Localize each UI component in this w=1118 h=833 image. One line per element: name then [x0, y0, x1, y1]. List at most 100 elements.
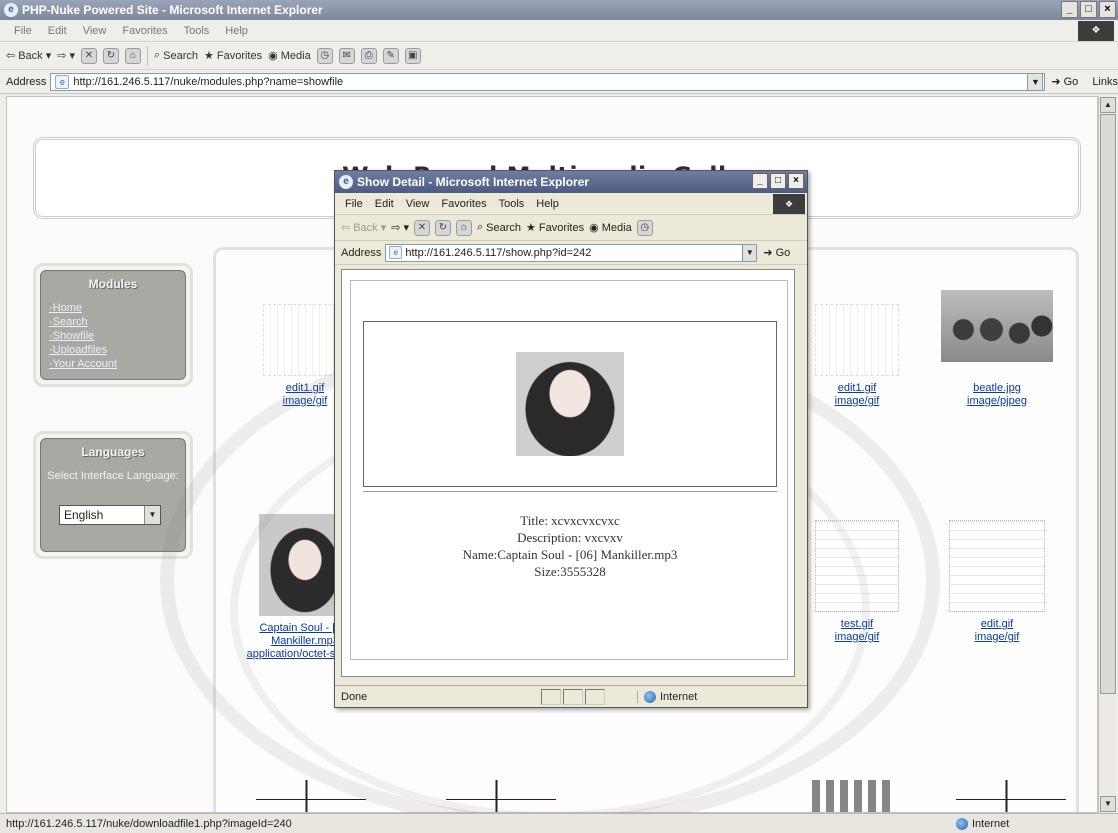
refresh-icon[interactable]: ↻	[434, 219, 451, 236]
menu-favorites[interactable]: Favorites	[122, 25, 167, 37]
module-link-showfile[interactable]: Showfile	[47, 329, 179, 343]
favorites-icon: ★	[204, 50, 214, 62]
menu-tools[interactable]: Tools	[499, 198, 525, 210]
file-type-link[interactable]: image/gif	[792, 395, 922, 408]
detail-title: Title: xcvxcvxcvxc	[520, 513, 620, 528]
file-name-link[interactable]: edit.gif	[932, 618, 1062, 631]
refresh-icon[interactable]: ↻	[102, 47, 119, 64]
back-button[interactable]: ⇦ Back ▾	[341, 221, 386, 235]
print-icon[interactable]: ⎙	[360, 47, 377, 64]
file-type-link[interactable]: image/gif	[792, 631, 922, 644]
module-link-search[interactable]: Search	[47, 315, 179, 329]
search-label: Search	[163, 49, 198, 62]
language-label: Select Interface Language:	[47, 470, 179, 482]
scroll-up-icon[interactable]: ▲	[1100, 97, 1116, 113]
mail-icon[interactable]: ✉	[338, 47, 355, 64]
menu-favorites[interactable]: Favorites	[441, 198, 486, 210]
search-button[interactable]: ⌕ Search	[477, 221, 521, 234]
module-link-uploadfiles[interactable]: Uploadfiles	[47, 343, 179, 357]
forward-arrow-icon: ⇨	[391, 222, 401, 234]
back-button[interactable]: ⇦ Back ▾	[6, 49, 51, 63]
menu-file[interactable]: File	[345, 198, 363, 210]
history-icon[interactable]: ◷	[636, 219, 653, 236]
module-link-home[interactable]: Home	[47, 301, 179, 315]
search-icon: ⌕	[476, 221, 484, 233]
maximize-button[interactable]: □	[770, 173, 786, 189]
go-button[interactable]: ➜ Go	[763, 246, 790, 260]
languages-panel: Languages Select Interface Language: Eng…	[40, 438, 186, 552]
minimize-button[interactable]: _	[752, 173, 768, 189]
home-icon[interactable]: ⌂	[124, 47, 141, 64]
gallery-item[interactable]: edit.gif image/gif	[932, 520, 1062, 644]
search-button[interactable]: ⌕ Search	[154, 49, 198, 62]
thumbnail-image[interactable]	[815, 520, 899, 612]
status-cells	[541, 688, 605, 705]
scroll-down-icon[interactable]: ▼	[1100, 796, 1116, 812]
favorites-button[interactable]: ★ Favorites	[526, 221, 585, 235]
go-button[interactable]: ➜ Go	[1051, 75, 1078, 89]
menu-edit[interactable]: Edit	[48, 25, 67, 37]
menu-edit[interactable]: Edit	[375, 198, 394, 210]
thumbnail-image[interactable]	[815, 304, 899, 376]
popup-zone: Internet	[637, 690, 697, 703]
thumbnail-image[interactable]	[256, 780, 366, 812]
thumbnail-image[interactable]	[812, 780, 892, 812]
gallery-item[interactable]: beatle.jpg image/pjpeg	[932, 290, 1062, 408]
menu-view[interactable]: View	[83, 25, 107, 37]
favorites-label: Favorites	[538, 221, 585, 234]
address-dropdown-icon[interactable]: ▼	[742, 244, 757, 261]
languages-block: Languages Select Interface Language: Eng…	[33, 431, 193, 559]
stop-icon[interactable]: ✕	[80, 47, 97, 64]
close-button[interactable]: ×	[788, 173, 804, 189]
thumbnail-image[interactable]	[941, 290, 1053, 362]
status-url: http://161.246.5.117/nuke/downloadfile1.…	[6, 817, 292, 830]
media-button[interactable]: ◉ Media	[589, 221, 632, 235]
menu-bar: File Edit View Favorites Tools Help ❖	[0, 20, 1118, 42]
popup-address-input[interactable]: e http://161.246.5.117/show.php?id=242 ▼	[385, 243, 758, 262]
back-label: Back	[353, 221, 378, 234]
maximize-button[interactable]: □	[1080, 1, 1097, 18]
windows-logo-icon: ❖	[773, 194, 805, 214]
menu-help[interactable]: Help	[225, 25, 248, 37]
forward-button[interactable]: ⇨ ▾	[391, 221, 409, 234]
thumbnail-image[interactable]	[949, 520, 1045, 612]
globe-icon	[956, 817, 968, 830]
favorites-button[interactable]: ★ Favorites	[204, 49, 262, 63]
close-button[interactable]: ×	[1099, 1, 1116, 18]
vertical-scrollbar[interactable]: ▲ ▼	[1098, 96, 1116, 813]
detail-size: Size:3555328	[534, 564, 606, 579]
menu-tools[interactable]: Tools	[184, 25, 210, 37]
menu-view[interactable]: View	[406, 198, 430, 210]
menu-file[interactable]: File	[14, 25, 32, 37]
media-label: Media	[280, 49, 311, 62]
minimize-button[interactable]: _	[1061, 1, 1078, 18]
module-link-your-account[interactable]: Your Account	[47, 357, 179, 371]
edit-icon[interactable]: ✎	[382, 47, 399, 64]
popup-menu-bar: File Edit View Favorites Tools Help ❖	[335, 193, 807, 215]
scrollbar-thumb[interactable]	[1100, 114, 1116, 694]
history-icon[interactable]: ◷	[316, 47, 333, 64]
stop-icon[interactable]: ✕	[413, 219, 430, 236]
menu-help[interactable]: Help	[536, 198, 559, 210]
file-name-link[interactable]: test.gif	[792, 618, 922, 631]
file-type-link[interactable]: image/gif	[932, 631, 1062, 644]
modules-block: Modules Home Search Showfile Uploadfiles…	[33, 263, 193, 387]
file-name-link[interactable]: beatle.jpg	[932, 382, 1062, 395]
links-button[interactable]: Links	[1092, 76, 1118, 88]
address-dropdown-icon[interactable]: ▼	[1027, 72, 1044, 91]
thumbnail-image[interactable]	[446, 780, 556, 812]
gallery-item[interactable]: test.gif image/gif	[792, 520, 922, 644]
forward-button[interactable]: ⇨ ▾	[57, 49, 75, 62]
discuss-icon[interactable]: ▣	[404, 47, 421, 64]
chevron-down-icon: ▼	[144, 506, 160, 524]
home-icon[interactable]: ⌂	[455, 219, 472, 236]
popup-titlebar: e Show Detail - Microsoft Internet Explo…	[335, 171, 807, 193]
thumbnail-image[interactable]	[956, 780, 1066, 812]
language-select[interactable]: English ▼	[59, 505, 161, 525]
file-type-link[interactable]: image/pjpeg	[932, 395, 1062, 408]
address-input[interactable]: e http://161.246.5.117/nuke/modules.php?…	[50, 72, 1046, 91]
popup-status-text: Done	[341, 690, 368, 703]
media-button[interactable]: ◉ Media	[268, 49, 311, 63]
file-name-link[interactable]: edit1.gif	[792, 382, 922, 395]
gallery-item[interactable]: edit1.gif image/gif	[792, 304, 922, 408]
